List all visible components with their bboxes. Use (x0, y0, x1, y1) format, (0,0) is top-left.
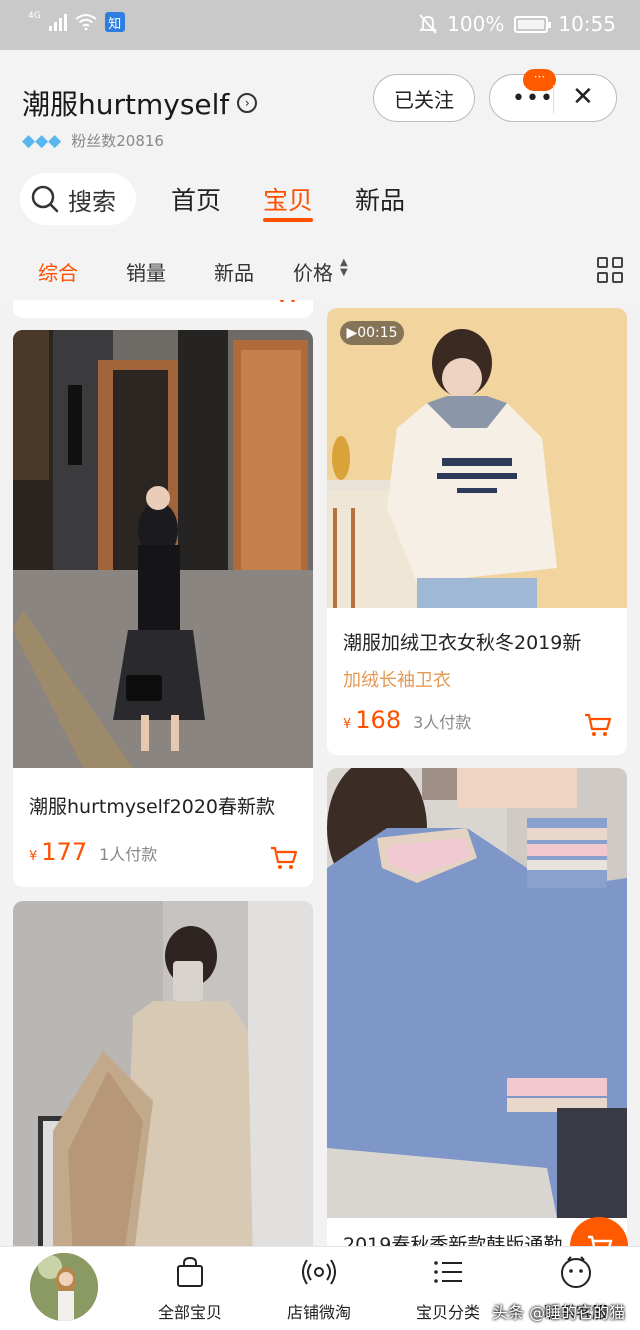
shop-name: 潮服hurtmyself (22, 88, 230, 121)
product-card[interactable]: 潮服hurtmyself2020春新款 ¥ 177 1人付款 (13, 330, 313, 887)
search-icon (31, 185, 59, 213)
clock: 10:55 (558, 12, 616, 36)
list-icon (434, 1261, 462, 1283)
watermark: 头条 @睡的它的猫 (492, 1303, 626, 1322)
mini-app-capsule: ··· ••• ✕ (489, 69, 617, 122)
cart-icon[interactable] (271, 300, 301, 304)
filter-price[interactable]: 价格 (293, 257, 333, 286)
nav-all-products[interactable]: 全部宝贝 (140, 1255, 240, 1323)
shop-header: 潮服hurtmyself › ◆◆◆ 粉丝数20816 已关注 ··· ••• … (0, 50, 640, 300)
shop-name-link[interactable]: 潮服hurtmyself › (22, 83, 258, 123)
product-title: 潮服hurtmyself2020春新款 (29, 796, 276, 818)
cart-icon (588, 1235, 613, 1246)
shop-meta: ◆◆◆ 粉丝数20816 (22, 130, 164, 151)
video-duration-badge: ▶00:15 (340, 321, 404, 345)
bag-icon (177, 1256, 203, 1287)
price-value: 168 (355, 706, 402, 734)
nav-label: 宝贝分类 (415, 1303, 480, 1322)
battery-percent: 100% (447, 12, 505, 36)
cart-icon[interactable] (583, 712, 613, 738)
grid-icon[interactable] (597, 257, 623, 283)
sold-count: 3人付款 (413, 713, 472, 732)
product-price: ¥ 168 3人付款 (343, 706, 471, 734)
search-label: 搜索 (68, 187, 116, 216)
product-image (327, 308, 627, 608)
currency: ¥ (343, 717, 352, 732)
sold-count: 1人付款 (99, 845, 158, 864)
wifi-icon (75, 14, 97, 31)
tab-home[interactable]: 首页 (171, 181, 221, 217)
product-card-partial[interactable] (13, 300, 313, 318)
product-title: 潮服加绒卫衣女秋冬2019新 (343, 632, 582, 654)
follow-button[interactable]: 已关注 (373, 74, 475, 122)
price-value: 177 (41, 838, 88, 866)
avatar-image (30, 1253, 98, 1321)
diamond-rating-icon: ◆◆◆ (22, 130, 62, 151)
search-button[interactable]: 搜索 (20, 173, 136, 225)
app-notification-icon: 知 (104, 12, 125, 32)
status-bar: 4G 知 100% 10:55 (0, 0, 640, 50)
more-icon[interactable]: ••• (512, 86, 554, 111)
currency: ¥ (29, 849, 38, 864)
tab-new[interactable]: 新品 (355, 181, 405, 217)
nav-label: 店铺微淘 (286, 1303, 351, 1322)
broadcast-icon (302, 1259, 336, 1285)
chevron-right-icon: › (237, 93, 258, 113)
capsule-divider (553, 85, 554, 113)
cart-icon[interactable] (269, 845, 299, 871)
floating-cart-button[interactable] (570, 1217, 628, 1246)
product-subtitle: 加绒长袖卫衣 (343, 670, 451, 691)
bottom-nav: 全部宝贝 店铺微淘 宝贝分类 联系客服 头条 @睡的它的猫 (0, 1246, 640, 1330)
product-image (13, 901, 313, 1246)
filter-overall[interactable]: 综合 (38, 257, 78, 286)
product-price: ¥ 177 1人付款 (29, 838, 157, 866)
nav-label: 全部宝贝 (157, 1303, 222, 1322)
close-icon[interactable]: ✕ (572, 82, 594, 112)
network-type: 4G (28, 11, 41, 21)
battery-icon (514, 15, 552, 33)
chat-face-icon (561, 1256, 591, 1288)
filter-new[interactable]: 新品 (214, 257, 254, 286)
product-card[interactable]: 2019春秋季新款韩版通勤 (327, 768, 627, 1246)
product-image (13, 330, 313, 768)
filter-sales[interactable]: 销量 (126, 257, 166, 286)
active-tab-indicator (263, 218, 313, 222)
nav-shop-feed[interactable]: 店铺微淘 (269, 1255, 369, 1323)
fans-count: 粉丝数20816 (71, 132, 164, 150)
shop-avatar[interactable] (30, 1253, 98, 1321)
sort-caret-icon: ▲ ▼ (340, 257, 348, 278)
mute-bell-icon (419, 14, 438, 34)
signal-icon (48, 13, 67, 31)
product-card[interactable] (13, 901, 313, 1246)
nav-categories[interactable]: 宝贝分类 (398, 1255, 498, 1323)
tab-products[interactable]: 宝贝 (263, 181, 313, 217)
product-card[interactable]: ▶00:15 潮服加绒卫衣女秋冬2019新 加绒长袖卫衣 ¥ 168 3人付款 (327, 308, 627, 755)
product-image (327, 768, 627, 1218)
product-title: 2019春秋季新款韩版通勤 (343, 1234, 563, 1246)
product-grid: 潮服hurtmyself2020春新款 ¥ 177 1人付款 ▶00:15 潮服… (0, 300, 640, 1246)
